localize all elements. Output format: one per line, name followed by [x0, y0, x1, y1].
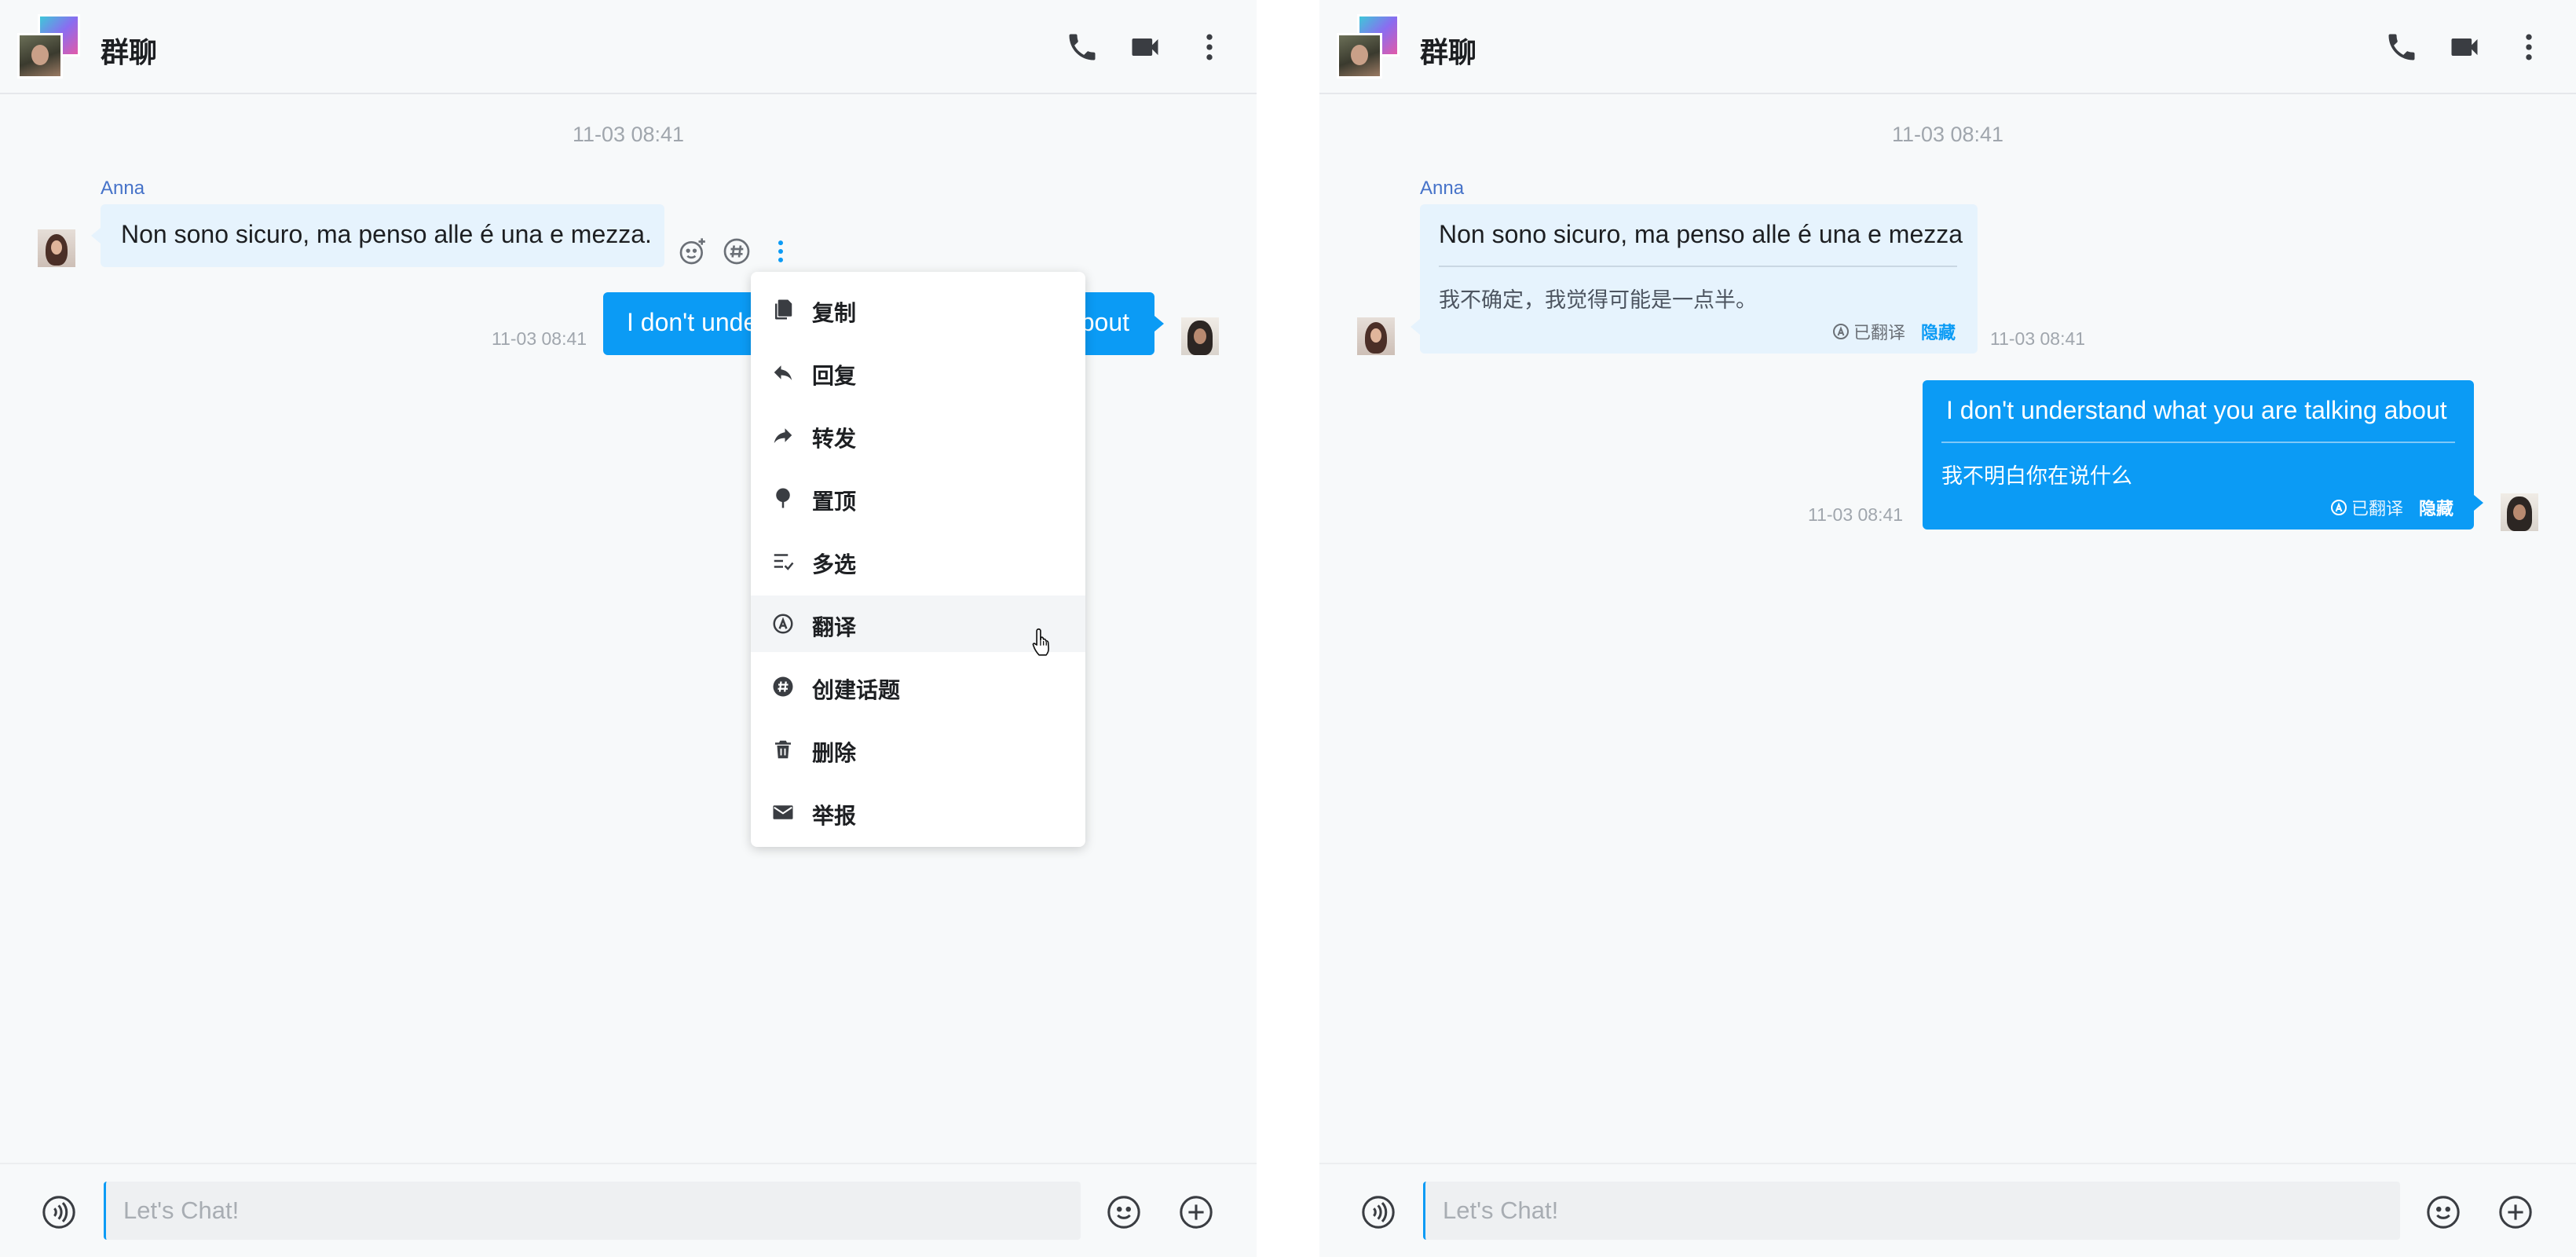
multi-select-icon [771, 549, 795, 573]
translation-text: 我不确定，我觉得可能是一点半。 [1439, 288, 1757, 312]
group-avatar-member-2 [17, 33, 63, 79]
hide-translation-link[interactable]: 隐藏 [1921, 319, 1956, 344]
message-time: 11-03 08:41 [492, 328, 587, 349]
voice-input-icon[interactable] [1360, 1194, 1396, 1230]
trash-icon [771, 738, 795, 761]
translated-status: 已翻译 [2329, 495, 2403, 520]
emoji-icon[interactable] [1106, 1194, 1142, 1230]
chat-footer [1319, 1163, 2576, 1257]
reply-icon [771, 361, 795, 384]
sender-name: Anna [1420, 178, 1465, 199]
translation-divider [1941, 442, 2455, 443]
group-avatar[interactable] [17, 14, 83, 80]
incoming-message-bubble[interactable]: Non sono sicuro, ma penso alle é una e m… [91, 204, 664, 267]
menu-item-pin[interactable]: 置顶 [751, 470, 1085, 526]
translation-divider [1439, 266, 1957, 267]
add-reaction-icon[interactable] [677, 236, 708, 267]
more-vertical-icon[interactable] [2512, 30, 2546, 64]
menu-item-label: 删除 [812, 741, 857, 765]
pin-icon [771, 486, 795, 510]
translate-icon [1833, 324, 1849, 339]
menu-item-label: 创建话题 [812, 678, 901, 702]
translated-status-label: 已翻译 [2351, 499, 2404, 519]
menu-item-create-topic[interactable]: 创建话题 [751, 658, 1085, 715]
sender-avatar[interactable] [1357, 317, 1395, 355]
chat-panel-right: 群聊 11-03 08:41 Anna Non sono sicuro, ma … [1319, 0, 2576, 1257]
copy-icon [771, 298, 795, 321]
hand-cursor-icon [1030, 627, 1054, 658]
translation-text: 我不明白你在说什么 [1941, 464, 2132, 488]
chat-header: 群聊 [0, 0, 1257, 94]
menu-item-label: 多选 [812, 552, 857, 577]
chat-title: 群聊 [1420, 36, 1477, 68]
message-time: 11-03 08:41 [1990, 328, 2086, 349]
menu-item-reply[interactable]: 回复 [751, 344, 1085, 401]
chat-panel-left: 群聊 11-03 08:41 Anna Non sono sicuro, ma … [0, 0, 1257, 1257]
chat-header: 群聊 [1319, 0, 2576, 94]
message-text: I don't understand what you are talking … [1946, 396, 2447, 424]
translate-icon [771, 612, 795, 636]
menu-item-label: 翻译 [812, 615, 857, 639]
menu-item-label: 回复 [812, 364, 857, 388]
chat-title: 群聊 [101, 36, 158, 68]
add-attachment-icon[interactable] [1178, 1194, 1214, 1230]
sender-name: Anna [101, 178, 145, 199]
message-input[interactable] [1423, 1182, 2400, 1240]
group-avatar[interactable] [1337, 14, 1403, 80]
menu-item-report[interactable]: 举报 [751, 784, 1085, 841]
menu-item-delete[interactable]: 删除 [751, 721, 1085, 778]
my-avatar[interactable] [2501, 493, 2538, 531]
message-text-start: I don't unde [627, 308, 758, 336]
menu-item-label: 置顶 [812, 489, 857, 514]
group-avatar-member-2 [1337, 33, 1382, 79]
translate-icon [2331, 500, 2347, 515]
more-vertical-icon[interactable] [1192, 30, 1227, 64]
my-avatar[interactable] [1181, 317, 1219, 355]
menu-item-forward[interactable]: 转发 [751, 407, 1085, 464]
translated-status: 已翻译 [1831, 319, 1905, 344]
message-context-menu: 复制 回复 转发 置顶 多选 翻译 创建话题 删除 举报 [751, 272, 1085, 847]
sender-avatar[interactable] [38, 229, 75, 267]
menu-item-label: 复制 [812, 301, 857, 325]
emoji-icon[interactable] [2425, 1194, 2461, 1230]
incoming-message-bubble[interactable]: Non sono sicuro, ma penso alle é una e m… [1411, 204, 1978, 354]
time-divider: 11-03 08:41 [572, 123, 685, 146]
forward-icon [771, 423, 795, 447]
menu-item-multi-select[interactable]: 多选 [751, 533, 1085, 589]
hide-translation-link[interactable]: 隐藏 [2419, 495, 2453, 520]
message-time: 11-03 08:41 [1808, 504, 1904, 525]
hash-icon [771, 675, 795, 698]
topic-hash-icon[interactable] [721, 236, 752, 267]
chat-footer [0, 1163, 1257, 1257]
video-camera-icon[interactable] [2447, 30, 2482, 64]
mail-icon [771, 801, 795, 824]
phone-icon[interactable] [1065, 30, 1100, 64]
message-text: Non sono sicuro, ma penso alle é una e m… [121, 220, 652, 248]
video-camera-icon[interactable] [1128, 30, 1162, 64]
menu-item-label: 转发 [812, 427, 857, 451]
outgoing-message-bubble[interactable]: I don't understand what you are talking … [1923, 380, 2483, 530]
add-attachment-icon[interactable] [2497, 1194, 2534, 1230]
message-input[interactable] [104, 1182, 1081, 1240]
more-vertical-icon[interactable] [765, 236, 796, 267]
phone-icon[interactable] [2384, 30, 2419, 64]
voice-input-icon[interactable] [41, 1194, 77, 1230]
menu-item-copy[interactable]: 复制 [751, 281, 1085, 338]
time-divider: 11-03 08:41 [1891, 123, 2004, 146]
message-text: Non sono sicuro, ma penso alle é una e m… [1439, 220, 1963, 248]
menu-item-label: 举报 [812, 804, 857, 828]
translated-status-label: 已翻译 [1853, 323, 1906, 343]
